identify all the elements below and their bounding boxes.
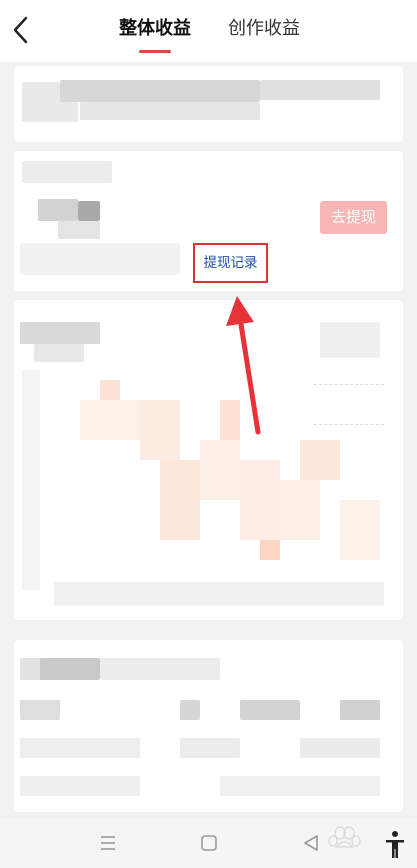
blurred-content — [20, 322, 100, 344]
chevron-left-icon — [13, 16, 28, 44]
blurred-content — [340, 700, 380, 720]
blurred-chart-mark — [160, 460, 200, 540]
blurred-chart-mark — [340, 500, 380, 560]
blurred-content — [58, 221, 100, 239]
blurred-content — [22, 161, 112, 183]
tab-overall-earnings[interactable]: 整体收益 — [119, 14, 191, 40]
blurred-chart-mark — [100, 380, 120, 400]
earnings-chart-card — [14, 300, 403, 620]
tab-creation-earnings[interactable]: 创作收益 — [228, 14, 300, 40]
blurred-content — [60, 80, 260, 102]
blurred-content — [260, 80, 380, 100]
blurred-content — [20, 700, 60, 720]
top-bar: 整体收益 创作收益 — [0, 0, 417, 62]
blurred-content — [20, 776, 140, 796]
blurred-chart-mark — [240, 460, 280, 540]
chart-gridline — [314, 424, 384, 425]
summary-card — [14, 66, 403, 142]
blurred-chart-mark — [140, 400, 180, 460]
blurred-chart-mark — [80, 400, 140, 440]
blurred-content — [220, 776, 380, 796]
blurred-content — [34, 344, 84, 362]
blurred-chart-mark — [260, 540, 280, 560]
chart-gridline — [314, 384, 384, 385]
blurred-content — [100, 658, 220, 680]
earnings-detail-card — [14, 640, 403, 812]
blurred-chart-mark — [280, 480, 320, 540]
blurred-axis — [22, 370, 40, 590]
watermark-logo — [328, 826, 361, 848]
blurred-content — [320, 322, 380, 358]
blurred-content — [240, 700, 300, 720]
blurred-content — [80, 102, 260, 120]
home-square-icon[interactable] — [200, 834, 218, 852]
menu-icon[interactable] — [98, 834, 118, 852]
blurred-content — [38, 199, 78, 221]
blurred-content — [300, 738, 380, 758]
blurred-chart-mark — [300, 440, 340, 480]
blurred-chart-mark — [200, 440, 240, 500]
withdraw-record-link[interactable]: 提现记录 — [193, 243, 268, 283]
blurred-content — [78, 201, 100, 221]
blurred-chart-mark — [220, 400, 240, 440]
blurred-axis-labels — [54, 582, 384, 606]
back-button[interactable] — [6, 12, 38, 48]
blurred-content — [20, 738, 140, 758]
blurred-content — [180, 700, 200, 720]
active-tab-indicator — [139, 50, 171, 53]
blurred-content — [40, 658, 100, 680]
blurred-content — [20, 243, 180, 275]
withdraw-button[interactable]: 去提现 — [320, 201, 387, 234]
blurred-content — [180, 738, 240, 758]
